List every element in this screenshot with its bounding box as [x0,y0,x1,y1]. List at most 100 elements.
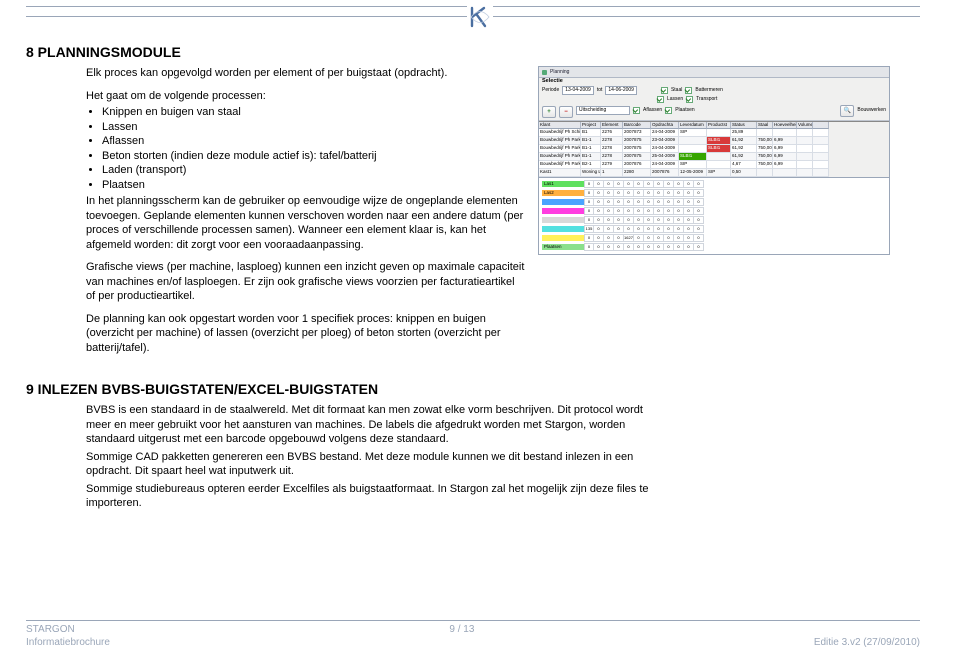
checkbox-battermeren[interactable] [685,87,692,94]
cell: 6,99 [773,145,797,153]
checkbox-plaatsen[interactable] [665,107,672,114]
cell [797,145,813,153]
cell: 23-04-2009 [651,137,679,145]
capacity-label [542,226,584,232]
capacity-cell: 0 [584,243,594,251]
capacity-cell: 135 [584,225,594,233]
cell [773,129,797,137]
checkbox-aflassen[interactable] [633,107,640,114]
capacity-label: Plaatsen [542,244,584,250]
capacity-cell: 0 [644,243,654,251]
remove-button[interactable]: − [559,106,573,118]
th[interactable]: Klant [539,122,581,130]
checkbox-lassen[interactable] [657,96,664,103]
capacity-cell: 0 [664,234,674,242]
uitscheiding-input[interactable]: Uitscheiding [576,106,630,115]
th[interactable]: Leverdatum [679,122,707,130]
planning-table: Klant Project Element Barcode Opdrachta … [539,121,889,178]
th[interactable]: Opdrachta [651,122,679,130]
cell: B1 [581,129,601,137]
cell [813,137,829,145]
capacity-cell: 0 [624,207,634,215]
section-8-para-1: In het planningsscherm kan de gebruiker … [86,194,526,252]
cell [797,161,813,169]
list-item: Lassen [102,120,526,135]
th[interactable]: Productst [707,122,731,130]
capacity-cell: 0 [594,198,604,206]
capacity-cell: 0 [674,207,684,215]
capacity-cell: 0 [594,207,604,215]
capacity-cell: 0 [654,180,664,188]
cell: 4,67 [731,161,757,169]
capacity-cell: 0 [644,225,654,233]
list-item: Beton storten (indien deze module actief… [102,149,526,164]
cell [813,161,829,169]
capacity-cell: 0 [654,216,664,224]
capacity-cell: 0 [604,243,614,251]
th[interactable]: Staal [757,122,773,130]
periode-label: Periode [542,88,559,93]
capacity-cell: 0 [654,225,664,233]
capacity-cell: 0 [684,180,694,188]
checkbox-label: Lassen [667,97,683,102]
cell [813,169,829,177]
cell [707,153,731,161]
th[interactable]: Hoeveelheid Beton [773,122,797,130]
checkbox-transport[interactable] [686,96,693,103]
table-row[interactable]: Bouwbedrijf Ph Parking GentbB1-122782007… [539,145,889,153]
cell: SIP [679,161,707,169]
th[interactable]: Status [731,122,757,130]
capacity-cell: 0 [674,225,684,233]
capacity-row: 13500000000000 [542,225,886,233]
th[interactable]: Volume [797,122,813,130]
capacity-label: Las1 [542,181,584,187]
date-from-input[interactable]: 13-04-2009 [562,86,594,95]
section-9-heading: 9 INLEZEN BVBS-BUIGSTATEN/EXCEL-BUIGSTAT… [26,381,920,397]
th[interactable]: Element [601,122,623,130]
page-footer: STARGON Informatiebrochure 9 / 13 Editie… [26,620,920,649]
capacity-cell: 0 [644,189,654,197]
checkbox-staal[interactable] [661,87,668,94]
capacity-cell: 0 [584,180,594,188]
cell: Bouwbedrijf Ph Parking Gentb [539,145,581,153]
cell: B2-1 [581,161,601,169]
capacity-cell: 0 [644,207,654,215]
date-to-input[interactable]: 14-06-2009 [605,86,637,95]
capacity-cell: 0 [624,189,634,197]
capacity-cell: 0 [694,234,704,242]
table-row[interactable]: Bouwbedrijf Ph Parking GentbB1-122782007… [539,137,889,145]
capacity-row: Las1000000000000 [542,180,886,188]
cell: 2007873 [623,129,651,137]
th[interactable] [813,122,829,130]
list-item: Plaatsen [102,178,526,193]
capacity-cell: 0 [614,243,624,251]
search-button[interactable]: 🔍 [840,105,854,117]
add-button[interactable]: + [542,106,556,118]
cell: 25-04-2009 [651,153,679,161]
capacity-cell: 0 [634,189,644,197]
capacity-cell: 0 [684,189,694,197]
capacity-cell: 0 [594,243,604,251]
capacity-cell: 0 [674,216,684,224]
capacity-cell: 0 [654,243,664,251]
capacity-cell: 1627 [624,234,634,242]
section-9-para-1: BVBS is een standaard in de staalwereld.… [86,403,666,447]
capacity-label: Las2 [542,190,584,196]
th[interactable]: Barcode [623,122,651,130]
table-row[interactable]: Bouwbedrijf Ph Parking GentbB2-122792007… [539,161,889,169]
cell: SIP [679,129,707,137]
section-8-para-3: De planning kan ook opgestart worden voo… [86,312,526,356]
table-row[interactable]: Kast1Woning Loc112280200787612-05-2009SI… [539,169,889,177]
capacity-cell: 0 [584,189,594,197]
cell: Bouwbedrijf Ph Schiltbdaag [539,129,581,137]
capacity-cell: 0 [624,198,634,206]
capacity-cell: 0 [604,189,614,197]
th[interactable]: Project [581,122,601,130]
table-row[interactable]: Bouwbedrijf Ph SchiltbdaagB1227620078732… [539,129,889,137]
capacity-cell: 0 [694,180,704,188]
capacity-row: 000000000000 [542,216,886,224]
capacity-cell: 0 [664,225,674,233]
capacity-cell: 0 [684,243,694,251]
table-row[interactable]: Bouwbedrijf Ph Parking GentbB1-122782007… [539,153,889,161]
checkbox-label: Plaatsen [675,108,694,113]
